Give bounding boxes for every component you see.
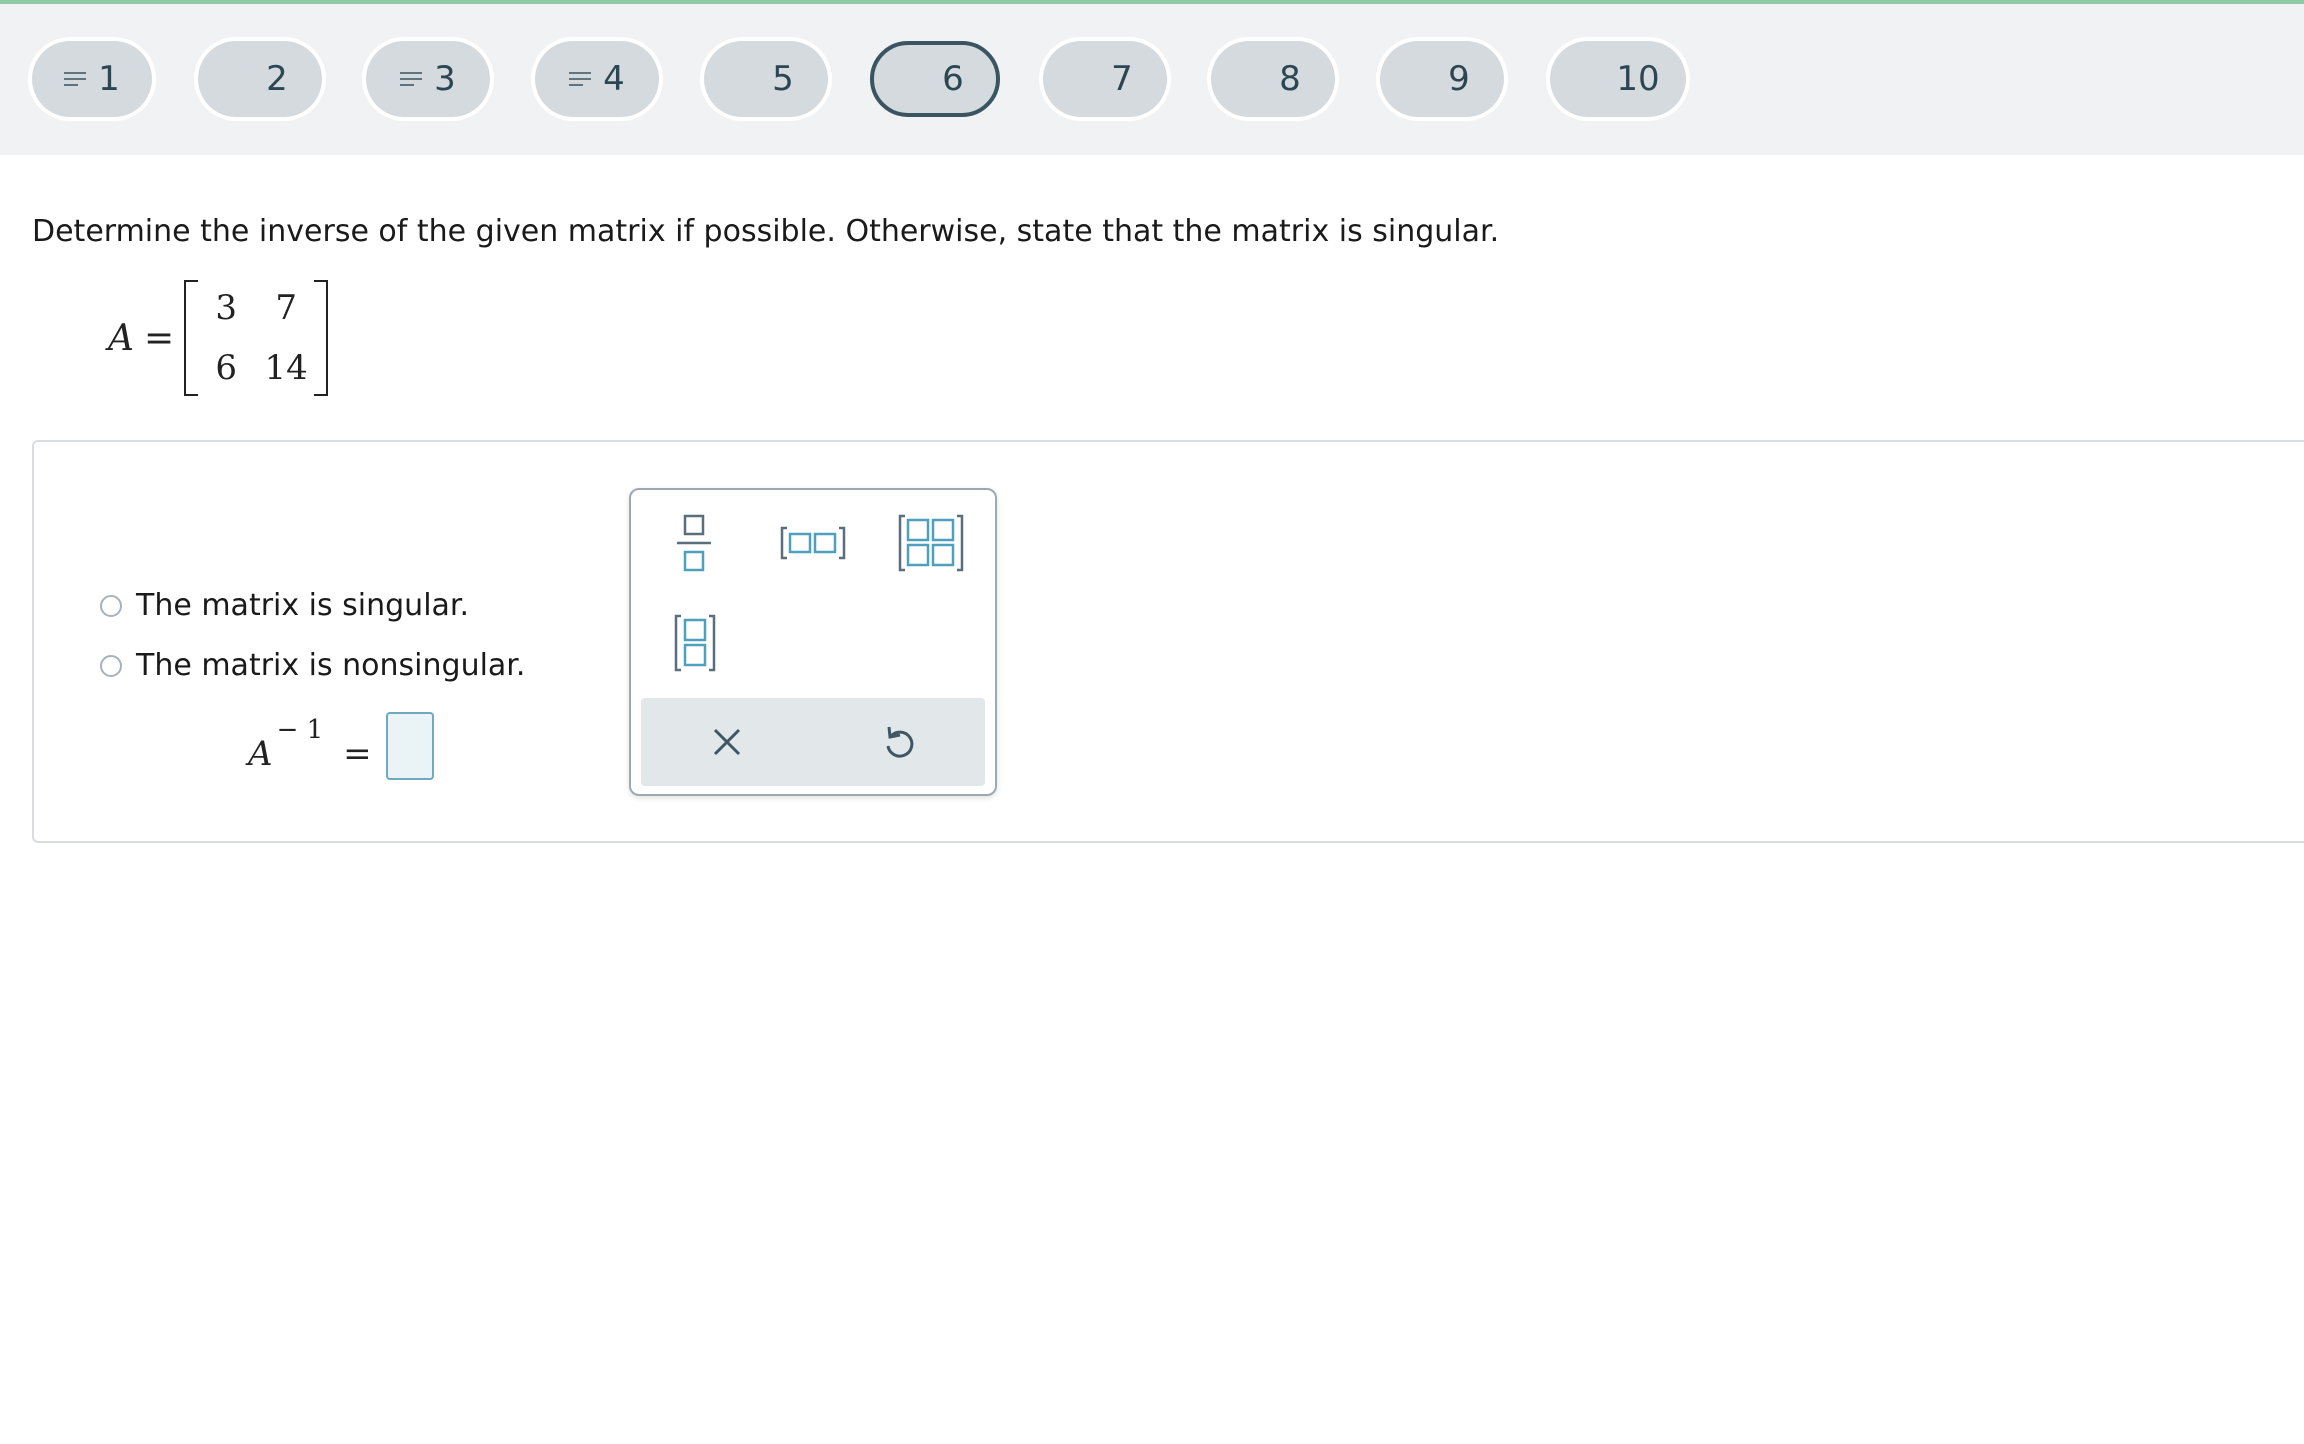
row-vector-tool-button[interactable]	[779, 526, 847, 560]
question-pill-6-current[interactable]: 6	[870, 41, 1000, 117]
row-vector-icon	[780, 526, 846, 560]
question-pill-3[interactable]: 3	[366, 41, 490, 117]
question-pill-10[interactable]: 10	[1550, 41, 1686, 117]
left-bracket	[184, 280, 199, 396]
notes-icon	[400, 72, 423, 86]
question-prompt: Determine the inverse of the given matri…	[32, 214, 1500, 249]
matrix-a: 3 7 6 14	[184, 278, 329, 398]
clear-button[interactable]	[641, 698, 813, 786]
question-pill-label: 10	[1616, 59, 1660, 99]
inverse-variable: A	[248, 734, 273, 774]
undo-button[interactable]	[813, 698, 985, 786]
question-nav-bar: 1 2 3 4 5 6 7 8 9 10	[0, 0, 2304, 155]
question-pill-label: 6	[942, 59, 964, 99]
math-palette	[629, 488, 997, 796]
inverse-exponent: − 1	[276, 715, 324, 745]
equals-sign: =	[343, 734, 372, 774]
fraction-icon	[677, 514, 711, 572]
question-pill-label: 9	[1448, 59, 1470, 99]
matrix-variable: A	[108, 317, 134, 359]
question-pill-4[interactable]: 4	[535, 41, 659, 117]
question-pill-2[interactable]: 2	[198, 41, 322, 117]
option-label: The matrix is singular.	[136, 588, 470, 623]
question-pill-5[interactable]: 5	[704, 41, 828, 117]
question-pill-label: 1	[98, 59, 120, 99]
inverse-answer-input[interactable]	[385, 712, 434, 780]
undo-icon	[886, 726, 914, 758]
question-pill-label: 5	[772, 59, 794, 99]
right-bracket	[314, 280, 329, 396]
fraction-tool-button[interactable]	[675, 514, 713, 572]
matrix-cell-r2c1: 6	[215, 348, 237, 388]
column-vector-icon	[674, 614, 716, 672]
matrix-cell-r2c2: 14	[264, 348, 308, 388]
column-vector-tool-button[interactable]	[673, 614, 717, 672]
notes-icon	[64, 72, 87, 86]
question-pill-label: 3	[434, 59, 456, 99]
clear-icon	[713, 728, 741, 756]
palette-actions-bar	[641, 698, 985, 786]
radio-button[interactable]	[100, 654, 122, 677]
inverse-equation: A − 1 =	[248, 706, 434, 786]
matrix-cell-r1c1: 3	[215, 288, 237, 328]
question-pill-9[interactable]: 9	[1380, 41, 1504, 117]
radio-button[interactable]	[100, 594, 122, 617]
matrix-cell-r1c2: 7	[275, 288, 297, 328]
given-matrix-equation: A = 3 7 6 14	[108, 278, 329, 398]
question-pill-label: 8	[1279, 59, 1301, 99]
matrix-2x2-icon	[898, 514, 964, 572]
equals-sign: =	[144, 317, 175, 359]
option-label: The matrix is nonsingular.	[136, 648, 526, 683]
option-nonsingular[interactable]: The matrix is nonsingular.	[100, 648, 525, 683]
question-pill-label: 7	[1111, 59, 1133, 99]
question-pill-label: 2	[266, 59, 288, 99]
question-pill-8[interactable]: 8	[1211, 41, 1335, 117]
question-pill-label: 4	[603, 59, 625, 99]
question-pill-7[interactable]: 7	[1043, 41, 1167, 117]
matrix-2x2-tool-button[interactable]	[897, 514, 965, 572]
notes-icon	[569, 72, 592, 86]
option-singular[interactable]: The matrix is singular.	[100, 588, 469, 623]
question-pill-1[interactable]: 1	[32, 41, 152, 117]
